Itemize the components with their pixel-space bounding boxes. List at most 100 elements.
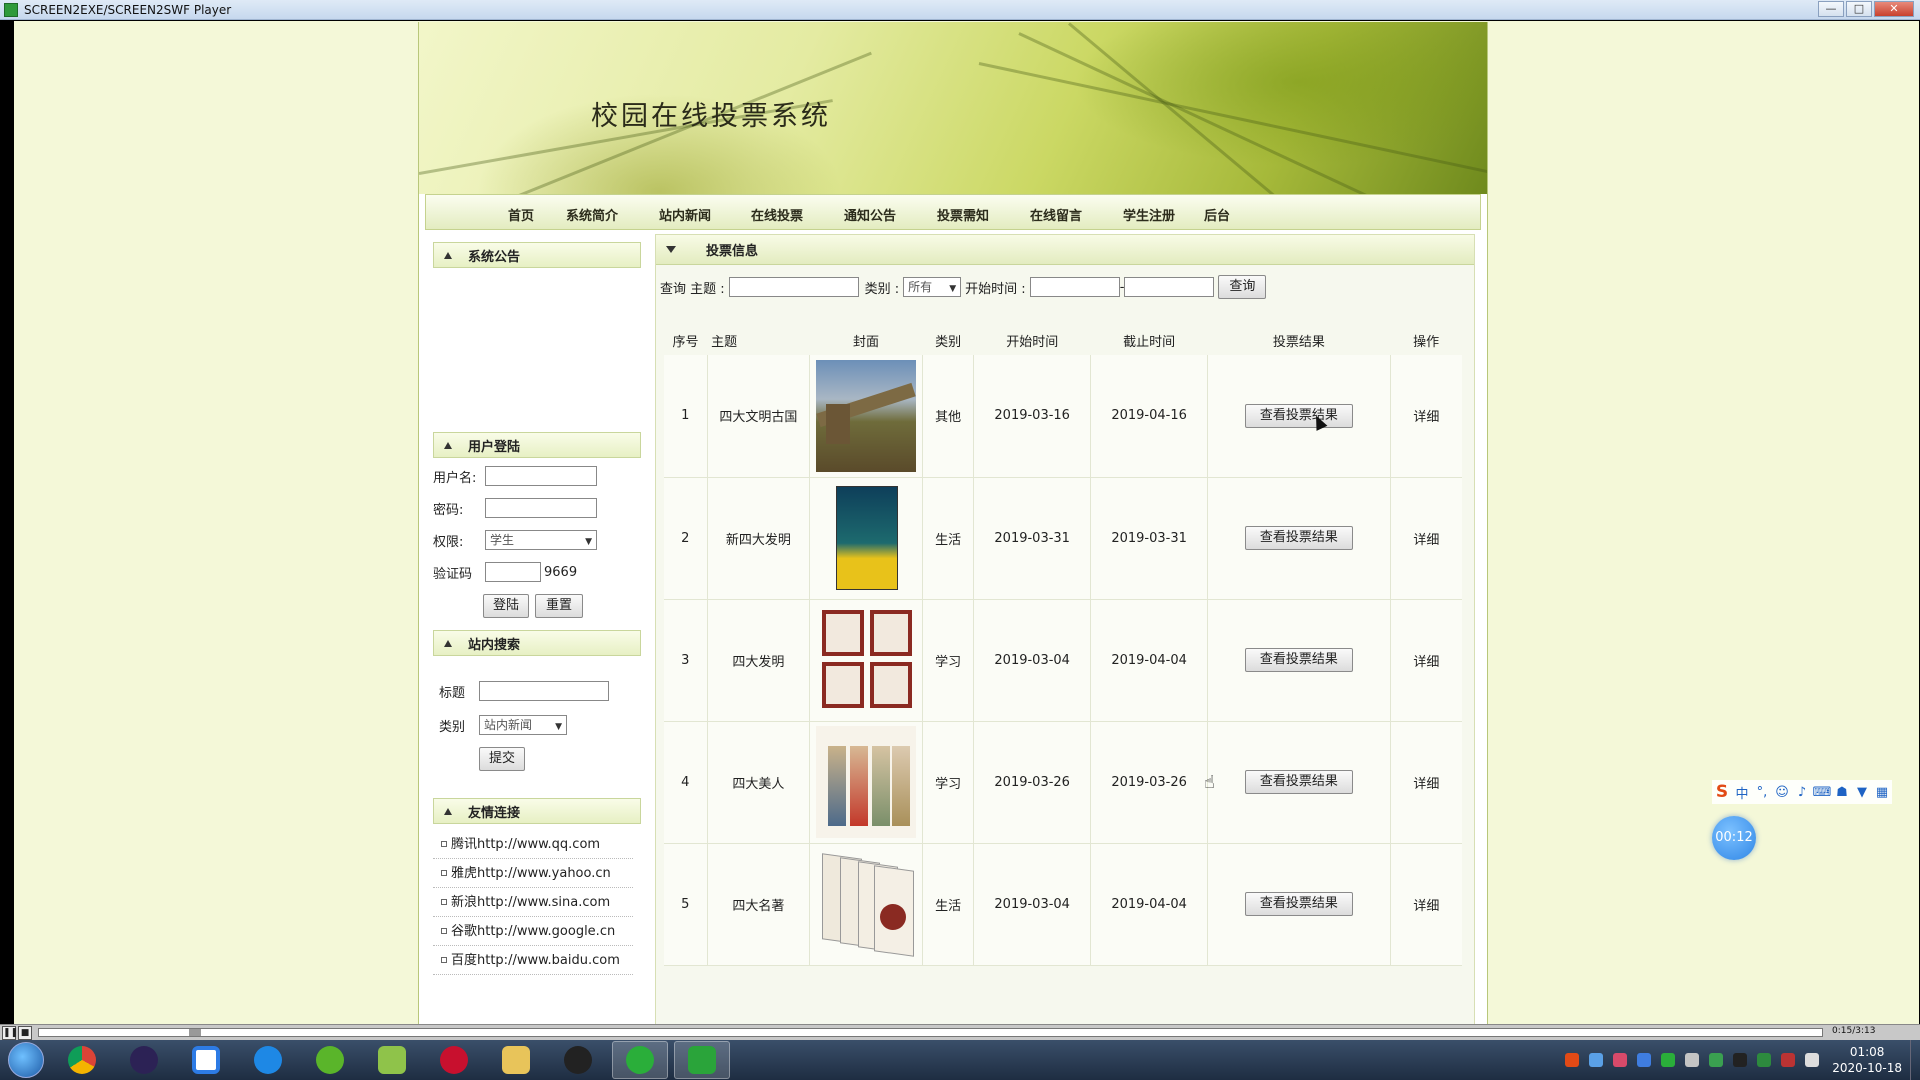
row-category: 生活 xyxy=(922,477,975,600)
minimize-button[interactable]: — xyxy=(1818,1,1844,17)
view-result-button[interactable]: 查看投票结果 xyxy=(1244,648,1353,672)
row-end: 2019-03-26 xyxy=(1090,721,1209,844)
query-start-input[interactable] xyxy=(1029,277,1120,297)
ime-skin-icon[interactable]: ▼ xyxy=(1852,785,1872,800)
row-cover xyxy=(809,477,923,600)
friend-link[interactable]: 新浪http://www.sina.com xyxy=(433,888,633,917)
nav-message[interactable]: 在线留言 xyxy=(1030,205,1082,224)
volume-tray-icon[interactable] xyxy=(1781,1053,1796,1067)
bullet-icon xyxy=(441,899,447,905)
friend-link[interactable]: 百度http://www.baidu.com xyxy=(433,946,633,975)
ime-punct-icon[interactable]: °, xyxy=(1752,785,1772,800)
ime-keyboard-icon[interactable]: ⌨ xyxy=(1812,785,1832,800)
qq-tray-icon[interactable] xyxy=(1733,1053,1748,1067)
captcha-input[interactable] xyxy=(485,562,541,582)
nav-notice[interactable]: 通知公告 xyxy=(844,205,896,224)
site-title: 校园在线投票系统 xyxy=(591,101,831,132)
col-header: 投票结果 xyxy=(1207,325,1391,355)
detail-link[interactable]: 详细 xyxy=(1390,843,1462,966)
vote-header: 投票信息 xyxy=(656,235,1474,265)
role-select[interactable]: 学生 xyxy=(485,530,597,551)
flash-taskbar-icon[interactable] xyxy=(426,1041,482,1079)
taskbar-clock[interactable]: 01:08 2020-10-18 xyxy=(1832,1044,1902,1076)
view-result-button[interactable]: 查看投票结果 xyxy=(1244,770,1353,794)
security-tray-icon[interactable] xyxy=(1637,1053,1652,1067)
detail-link[interactable]: 详细 xyxy=(1390,599,1462,722)
ime-emoji-icon[interactable]: ☺ xyxy=(1772,785,1792,800)
chrome-taskbar-icon[interactable] xyxy=(54,1041,110,1079)
nav-about[interactable]: 系统简介 xyxy=(566,205,618,224)
row-category: 其他 xyxy=(922,355,975,478)
seek-thumb[interactable] xyxy=(189,1029,201,1036)
nav-home[interactable]: 首页 xyxy=(508,205,534,224)
query-end-input[interactable] xyxy=(1124,277,1215,297)
search-category-select[interactable]: 站内新闻 xyxy=(479,715,567,736)
sogou-tray-icon[interactable] xyxy=(1565,1053,1580,1067)
reset-button[interactable]: 重置 xyxy=(535,594,583,618)
nav-admin[interactable]: 后台 xyxy=(1204,205,1230,224)
nav-guide[interactable]: 投票需知 xyxy=(937,205,989,224)
friend-link[interactable]: 腾讯http://www.qq.com xyxy=(433,830,633,859)
maximize-button[interactable]: □ xyxy=(1846,1,1872,17)
query-category-label: 类别 : xyxy=(864,281,900,297)
search-category-label: 类别 xyxy=(439,719,466,735)
qq-taskbar-icon[interactable] xyxy=(550,1041,606,1079)
password-input[interactable] xyxy=(485,498,597,518)
pause-icon[interactable]: ❚❚ xyxy=(2,1025,18,1040)
show-desktop-button[interactable] xyxy=(1910,1040,1920,1080)
ime-user-icon[interactable]: ☗ xyxy=(1832,785,1852,800)
baidu-netdisk-taskbar-icon[interactable] xyxy=(178,1041,234,1079)
monitor-tray-icon[interactable] xyxy=(1805,1053,1820,1067)
file-explorer-taskbar-icon[interactable] xyxy=(488,1041,544,1079)
query-topic-input[interactable] xyxy=(728,277,859,297)
login-button[interactable]: 登陆 xyxy=(483,594,529,618)
search-title-input[interactable] xyxy=(479,681,609,701)
login-title: 用户登陆 xyxy=(468,439,521,455)
col-header: 主题 xyxy=(707,325,810,355)
sound-tray-icon[interactable] xyxy=(1685,1053,1700,1067)
green-app-taskbar-icon[interactable] xyxy=(302,1041,358,1079)
eclipse-taskbar-icon[interactable] xyxy=(116,1041,172,1079)
close-button[interactable]: ✕ xyxy=(1874,1,1914,17)
web-page: 校园在线投票系统 首页 系统简介 站内新闻 在线投票 通知公告 投票需知 在线留… xyxy=(418,22,1488,1034)
screen2swf-taskbar-icon[interactable] xyxy=(674,1041,730,1079)
sidebar: 系统公告 用户登陆 用户名: 密码: 权限: 学生 验证码 9669 xyxy=(433,242,641,975)
browser-taskbar-icon[interactable] xyxy=(240,1041,296,1079)
wechat-taskbar-icon[interactable] xyxy=(612,1041,668,1079)
bullet-icon xyxy=(441,957,447,963)
app-tray-icon[interactable] xyxy=(1613,1053,1628,1067)
nav-vote[interactable]: 在线投票 xyxy=(751,205,803,224)
search-submit-button[interactable]: 提交 xyxy=(479,747,525,771)
stop-icon[interactable]: ■ xyxy=(18,1025,32,1040)
row-result: 查看投票结果 xyxy=(1207,477,1391,600)
battery-tray-icon[interactable] xyxy=(1757,1053,1772,1067)
query-category-select[interactable]: 所有 xyxy=(903,277,962,298)
view-result-button[interactable]: 查看投票结果 xyxy=(1244,403,1353,428)
ime-mic-icon[interactable]: ♪ xyxy=(1792,785,1812,800)
query-start-label: 开始时间 : xyxy=(965,281,1026,297)
start-button[interactable] xyxy=(8,1042,44,1078)
recording-timer[interactable]: 00:12 xyxy=(1712,816,1756,860)
nav-news[interactable]: 站内新闻 xyxy=(659,205,711,224)
query-button[interactable]: 查询 xyxy=(1218,275,1267,299)
seek-bar[interactable] xyxy=(38,1028,1823,1037)
view-result-button[interactable]: 查看投票结果 xyxy=(1244,892,1353,916)
detail-link[interactable]: 详细 xyxy=(1390,477,1462,600)
wechat-tray-icon[interactable] xyxy=(1661,1053,1676,1067)
nav-register[interactable]: 学生注册 xyxy=(1123,205,1175,224)
ime-logo-icon[interactable]: S xyxy=(1712,782,1732,802)
detail-link[interactable]: 详细 xyxy=(1390,721,1462,844)
network-tray-icon[interactable] xyxy=(1589,1053,1604,1067)
update-tray-icon[interactable] xyxy=(1709,1053,1724,1067)
notepad-taskbar-icon[interactable] xyxy=(364,1041,420,1079)
role-label: 权限: xyxy=(433,534,464,550)
friend-link[interactable]: 雅虎http://www.yahoo.cn xyxy=(433,859,633,888)
username-input[interactable] xyxy=(485,466,597,486)
friend-link[interactable]: 谷歌http://www.google.cn xyxy=(433,917,633,946)
ime-menu-icon[interactable]: ▦ xyxy=(1872,785,1892,800)
view-result-button[interactable]: 查看投票结果 xyxy=(1244,526,1353,550)
detail-link[interactable]: 详细 xyxy=(1390,355,1462,478)
ime-mode-toggle[interactable]: 中 xyxy=(1732,783,1752,802)
announcement-body xyxy=(433,268,641,432)
table-row: 1 四大文明古国 其他 2019-03-16 2019-04-16 查看投票结果… xyxy=(664,355,1462,478)
